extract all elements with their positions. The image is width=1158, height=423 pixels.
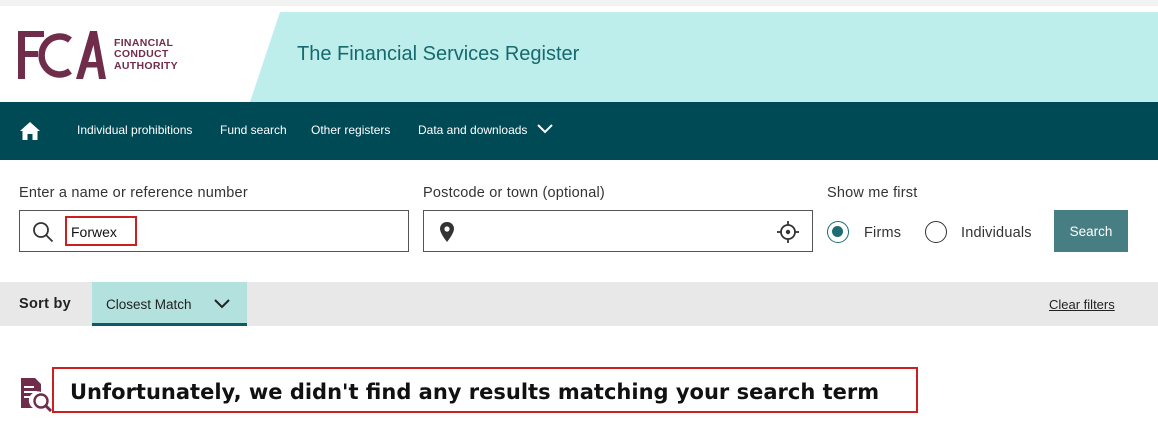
individuals-radio-label[interactable]: Individuals: [961, 225, 1032, 241]
search-icon: [33, 222, 54, 243]
nav-item-data-and-downloads[interactable]: Data and downloads: [418, 123, 554, 137]
nav-item-fund-search[interactable]: Fund search: [220, 123, 287, 137]
firms-radio-label[interactable]: Firms: [864, 225, 901, 241]
sort-selected-value: Closest Match: [106, 297, 192, 312]
sort-select[interactable]: Closest Match: [92, 282, 247, 326]
search-button[interactable]: Search: [1054, 210, 1128, 252]
logo-text-line: Authority: [114, 59, 178, 72]
sort-bar: Sort by Closest Match: [0, 282, 1158, 326]
fca-register-page: Financial Conduct Authority The Financia…: [0, 0, 1158, 423]
name-field-label: Enter a name or reference number: [19, 185, 248, 201]
fca-logo-text: Financial Conduct Authority: [114, 37, 178, 73]
fca-logo[interactable]: Financial Conduct Authority: [18, 30, 178, 80]
location-pin-icon: [440, 222, 454, 242]
nav-item-individual-prohibitions[interactable]: Individual prohibitions: [77, 123, 192, 137]
main-nav: Individual prohibitions Fund search Othe…: [0, 102, 1158, 160]
show-me-first-label: Show me first: [827, 185, 918, 201]
nav-item-label: Data and downloads: [418, 123, 528, 137]
fca-logo-mark: [18, 31, 106, 79]
chevron-down-icon: [537, 124, 554, 134]
sort-by-label: Sort by: [19, 296, 72, 312]
chevron-down-icon: [214, 299, 230, 309]
nav-item-other-registers[interactable]: Other registers: [311, 123, 390, 137]
name-search-input[interactable]: Forwex: [19, 210, 409, 252]
no-results-message: Unfortunately, we didn't find any result…: [70, 380, 880, 404]
individuals-radio[interactable]: [925, 221, 947, 243]
name-input-value: Forwex: [65, 216, 137, 246]
postcode-input[interactable]: [423, 210, 813, 252]
no-results-highlight: Unfortunately, we didn't find any result…: [52, 367, 918, 413]
postcode-field-label: Postcode or town (optional): [423, 185, 605, 201]
document-search-icon: [21, 378, 53, 412]
firms-radio[interactable]: [827, 221, 849, 243]
clear-filters-link[interactable]: Clear filters: [1049, 297, 1115, 312]
crosshair-locate-icon[interactable]: [777, 221, 799, 243]
home-icon[interactable]: [19, 120, 41, 142]
register-title[interactable]: The Financial Services Register: [297, 43, 579, 66]
